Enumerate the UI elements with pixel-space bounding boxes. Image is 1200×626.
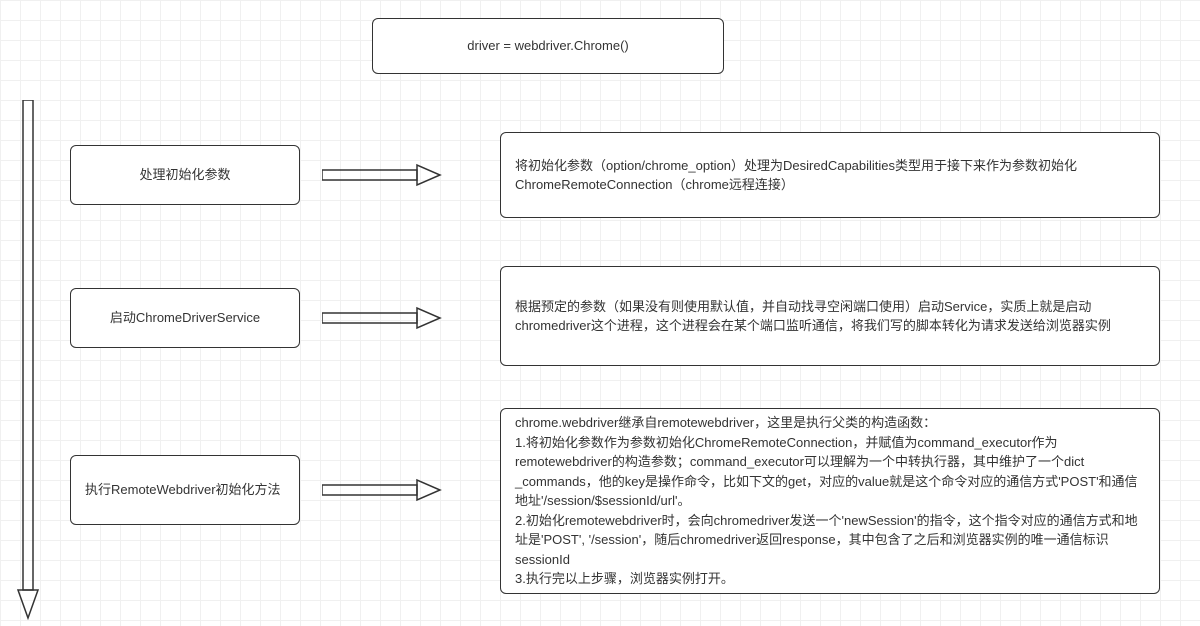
step-label-1: 处理初始化参数	[139, 165, 230, 185]
desc-box-2: 根据预定的参数（如果没有则使用默认值，并自动找寻空闲端口使用）启动Service…	[500, 266, 1160, 366]
step-box-2: 启动ChromeDriverService	[70, 288, 300, 348]
arrow-icon	[322, 305, 442, 331]
diagram-title-box: driver = webdriver.Chrome()	[372, 18, 724, 74]
vertical-flow-arrow	[15, 100, 41, 620]
step-box-3: 执行RemoteWebdriver初始化方法	[70, 455, 300, 525]
step-label-3: 执行RemoteWebdriver初始化方法	[85, 480, 281, 500]
desc-text-2: 根据预定的参数（如果没有则使用默认值，并自动找寻空闲端口使用）启动Service…	[515, 297, 1145, 336]
step-box-1: 处理初始化参数	[70, 145, 300, 205]
desc-box-3: chrome.webdriver继承自remotewebdriver，这里是执行…	[500, 408, 1160, 594]
desc-box-1: 将初始化参数（option/chrome_option）处理为DesiredCa…	[500, 132, 1160, 218]
arrow-icon	[322, 477, 442, 503]
arrow-icon	[322, 162, 442, 188]
desc-text-1: 将初始化参数（option/chrome_option）处理为DesiredCa…	[515, 156, 1145, 195]
desc-text-3: chrome.webdriver继承自remotewebdriver，这里是执行…	[515, 413, 1145, 589]
diagram-title: driver = webdriver.Chrome()	[467, 36, 628, 56]
step-label-2: 启动ChromeDriverService	[110, 308, 260, 328]
